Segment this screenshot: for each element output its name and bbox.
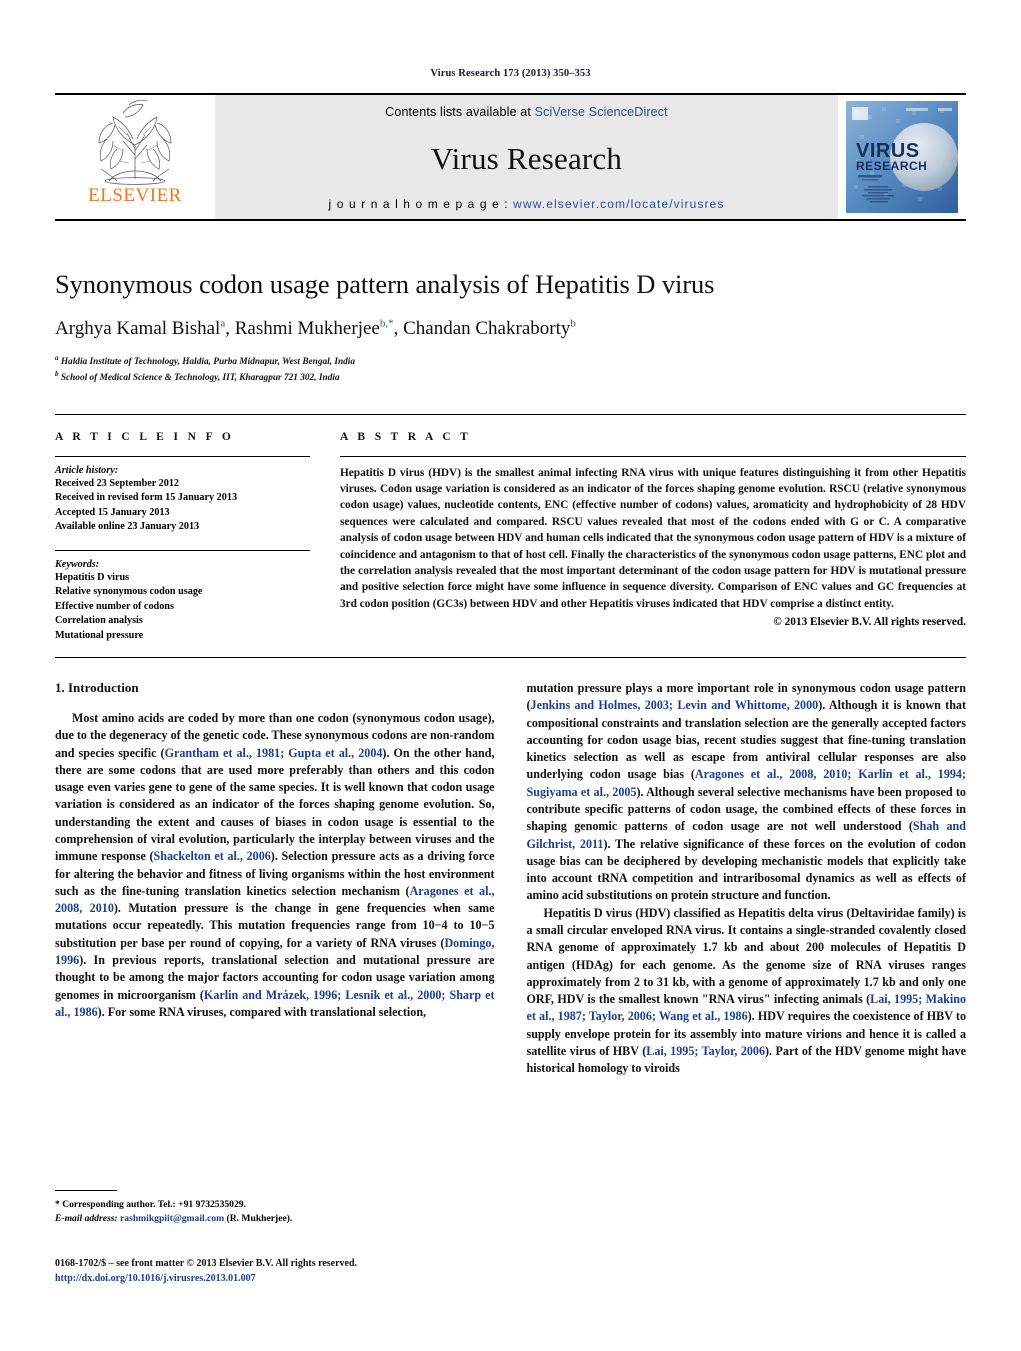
email-line: E-mail address: rashmikgpiit@gmail.com (… (55, 1212, 487, 1226)
article-info-column: A R T I C L E I N F O Article history: R… (55, 431, 310, 643)
body-paragraph: mutation pressure plays a more important… (526, 681, 967, 903)
affiliation-mark: b (55, 370, 59, 379)
keyword-item: Relative synonymous codon usage (55, 586, 203, 598)
elsevier-logo: ELSEVIER (55, 95, 215, 219)
homepage-url-link[interactable]: www.elsevier.com/locate/virusres (513, 197, 724, 211)
body-paragraph: Hepatitis D virus (HDV) classified as He… (526, 905, 967, 1076)
affiliation-a: a Haldia Institute of Technology, Haldia… (55, 353, 966, 370)
author-name: Rashmi Mukherjee (234, 317, 380, 339)
elsevier-wordmark: ELSEVIER (88, 185, 182, 206)
masthead-center: Contents lists available at SciVerse Sci… (215, 95, 838, 219)
affiliation-text: Haldia Institute of Technology, Haldia, … (60, 356, 356, 367)
abstract-heading: A B S T R A C T (340, 430, 472, 443)
author-list: Arghya Kamal Bishala, Rashmi Mukherjeeb,… (55, 317, 576, 339)
page-title: Synonymous codon usage pattern analysis … (55, 269, 715, 299)
svg-text:RESEARCH: RESEARCH (856, 159, 927, 173)
issn-copyright-line: 0168-1702/$ – see front matter © 2013 El… (55, 1258, 358, 1269)
journal-homepage-line: j o u r n a l h o m e p a g e : www.else… (329, 197, 725, 211)
email-label: E-mail address: (55, 1212, 118, 1224)
journal-title: Virus Research (430, 140, 623, 176)
sciencedirect-link[interactable]: SciVerse ScienceDirect (535, 105, 668, 119)
body-paragraph: Most amino acids are coded by more than … (55, 711, 495, 1019)
keyword-item: Hepatitis D virus (55, 571, 130, 583)
homepage-label: j o u r n a l h o m e p a g e : (328, 197, 514, 211)
affiliation-mark: a (55, 353, 59, 362)
title-block: Synonymous codon usage pattern analysis … (55, 269, 966, 386)
body-right-column: mutation pressure plays a more important… (527, 680, 967, 1077)
abstract-column: A B S T R A C T Hepatitis D virus (HDV) … (340, 431, 966, 643)
author-affil-mark: a (220, 317, 226, 330)
contents-lists-prefix: Contents lists available at (385, 105, 535, 119)
article-history-item: Accepted 15 January 2013 (55, 506, 170, 518)
article-history-item: Received 23 September 2012 (55, 477, 180, 489)
journal-masthead: ELSEVIER Contents lists available at Sci… (55, 93, 966, 221)
abstract-text: Hepatitis D virus (HDV) is the smallest … (340, 466, 966, 610)
email-suffix: (R. Mukherjee). (224, 1212, 293, 1224)
contents-lists-line: Contents lists available at SciVerse Sci… (385, 105, 668, 119)
imprint-block: 0168-1702/$ – see front matter © 2013 El… (55, 1256, 535, 1286)
author-affil-mark: b,* (379, 317, 394, 330)
article-history-item: Received in revised form 15 January 2013 (55, 492, 238, 504)
footnote-rule (55, 1190, 117, 1191)
info-abstract-region: A R T I C L E I N F O Article history: R… (55, 413, 966, 643)
article-info-rule (55, 455, 310, 457)
journal-cover-thumbnail: VIRUS RESEARCH (838, 95, 966, 219)
affiliation-text: School of Medical Science & Technology, … (60, 373, 340, 384)
running-head: Virus Research 173 (2013) 350–353 (430, 68, 591, 79)
keyword-item: Effective number of codons (55, 600, 174, 612)
article-info-heading: A R T I C L E I N F O (55, 430, 235, 443)
affiliation-b: b School of Medical Science & Technology… (55, 369, 966, 386)
body-left-column: 1. Introduction Most amino acids are cod… (55, 680, 495, 1077)
keywords-rule (55, 549, 310, 551)
email-link[interactable]: rashmikgpiit@gmail.com (120, 1213, 224, 1224)
journal-cover-image: VIRUS RESEARCH (846, 101, 958, 213)
author-affil-mark: b (570, 317, 576, 330)
corresponding-author-line: * Corresponding author. Tel.: +91 973253… (55, 1199, 246, 1210)
article-history-label: Article history: (55, 464, 119, 476)
author-name: Chandan Chakraborty (403, 317, 571, 339)
doi-link[interactable]: http://dx.doi.org/10.1016/j.virusres.201… (55, 1271, 535, 1286)
elsevier-tree-icon (98, 99, 172, 185)
corresponding-author-footnote: * Corresponding author. Tel.: +91 973253… (55, 1190, 487, 1226)
abstract-copyright: © 2013 Elsevier B.V. All rights reserved… (773, 616, 966, 629)
author-name: Arghya Kamal Bishal (55, 317, 221, 339)
abstract-rule (340, 455, 966, 457)
section-heading-introduction: 1. Introduction (55, 680, 139, 696)
keyword-item: Mutational pressure (55, 629, 144, 641)
keywords-label: Keywords: (55, 558, 100, 570)
keyword-item: Correlation analysis (55, 615, 143, 627)
article-page: Virus Research 173 (2013) 350–353 ELSEVI… (0, 0, 1021, 1351)
article-history-item: Available online 23 January 2013 (55, 521, 200, 533)
body-columns: 1. Introduction Most amino acids are cod… (55, 680, 966, 1077)
body-separator-rule (55, 657, 966, 659)
